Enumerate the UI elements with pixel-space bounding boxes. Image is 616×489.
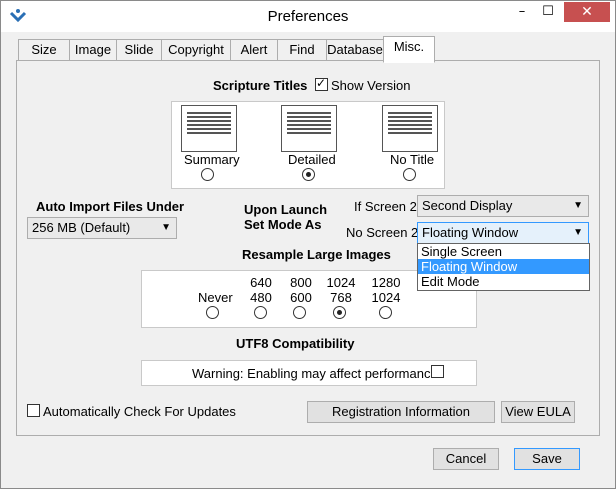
if-screen2-select[interactable]: Second Display ▼	[417, 195, 589, 217]
resample-1280-width: 1280	[371, 275, 401, 290]
view-eula-button[interactable]: View EULA	[501, 401, 575, 423]
show-version-label: Show Version	[331, 78, 411, 93]
no-screen2-select[interactable]: Floating Window ▼	[417, 222, 589, 244]
auto-update-checkbox[interactable]	[27, 404, 40, 417]
chevron-down-icon: ▼	[573, 200, 583, 211]
resample-heading: Resample Large Images	[242, 247, 391, 262]
dropdown-option-floating-window[interactable]: Floating Window	[418, 259, 589, 274]
title-bar: Preferences – ☐ ✕	[1, 1, 615, 32]
show-version-checkbox[interactable]: ✓	[315, 76, 328, 91]
no-title-label: No Title	[390, 152, 435, 167]
checkmark-icon: ✓	[316, 76, 327, 90]
chevron-down-icon: ▼	[573, 227, 583, 238]
resample-640-radio[interactable]	[254, 306, 267, 319]
tab-image[interactable]: Image	[69, 39, 117, 61]
tab-misc[interactable]: Misc.	[383, 36, 435, 63]
upon-launch-heading: Upon Launch	[244, 202, 328, 217]
scripture-titles-heading: Scripture Titles	[213, 78, 308, 93]
resample-1024-width: 1024	[326, 275, 356, 290]
auto-update-label: Automatically Check For Updates	[43, 404, 236, 419]
utf8-heading: UTF8 Compatibility	[236, 336, 355, 351]
cancel-button[interactable]: Cancel	[433, 448, 499, 470]
tab-database[interactable]: Database	[326, 39, 384, 61]
resample-never-label: Never	[198, 290, 233, 305]
no-screen2-label: No Screen 2:	[346, 225, 422, 240]
no-screen2-dropdown-list: Single Screen Floating Window Edit Mode	[417, 243, 590, 291]
auto-import-heading: Auto Import Files Under	[36, 199, 185, 214]
detailed-label: Detailed	[288, 152, 336, 167]
resample-1280-height: 1024	[371, 290, 401, 305]
utf8-checkbox[interactable]	[431, 365, 444, 378]
no-title-radio[interactable]	[403, 168, 416, 181]
summary-preview-thumbnail	[181, 105, 237, 152]
resample-640-width: 640	[250, 275, 272, 290]
utf8-warning-label: Warning: Enabling may affect performance	[192, 366, 438, 381]
no-screen2-value: Floating Window	[422, 225, 519, 240]
save-button[interactable]: Save	[514, 448, 580, 470]
maximize-button[interactable]: ☐	[535, 2, 561, 22]
resample-never-radio[interactable]	[206, 306, 219, 319]
resample-800-width: 800	[290, 275, 312, 290]
tab-alert[interactable]: Alert	[230, 39, 278, 61]
resample-640-height: 480	[250, 290, 272, 305]
resample-800-height: 600	[290, 290, 312, 305]
if-screen2-value: Second Display	[422, 198, 513, 213]
set-mode-as-heading: Set Mode As	[244, 217, 322, 232]
close-button[interactable]: ✕	[564, 2, 610, 22]
summary-radio[interactable]	[201, 168, 214, 181]
tab-find[interactable]: Find	[277, 39, 327, 61]
preferences-window: Preferences – ☐ ✕ Size Image Slide Copyr…	[0, 0, 616, 489]
dropdown-option-edit-mode[interactable]: Edit Mode	[418, 274, 589, 289]
registration-information-button[interactable]: Registration Information	[307, 401, 495, 423]
resample-1280-radio[interactable]	[379, 306, 392, 319]
detailed-radio[interactable]	[302, 168, 315, 181]
no-title-preview-thumbnail	[382, 105, 438, 152]
tab-size[interactable]: Size	[18, 39, 70, 61]
detailed-preview-thumbnail	[281, 105, 337, 152]
dropdown-option-single-screen[interactable]: Single Screen	[418, 244, 589, 259]
resample-1024-height: 768	[330, 290, 352, 305]
resample-800-radio[interactable]	[293, 306, 306, 319]
if-screen2-label: If Screen 2:	[354, 199, 421, 214]
summary-label: Summary	[184, 152, 240, 167]
tab-slide[interactable]: Slide	[116, 39, 162, 61]
chevron-down-icon: ▼	[161, 222, 171, 233]
resample-1024-radio[interactable]	[333, 306, 346, 319]
auto-import-value: 256 MB (Default)	[32, 220, 131, 235]
minimize-button[interactable]: –	[509, 2, 535, 22]
tab-copyright[interactable]: Copyright	[161, 39, 231, 61]
auto-import-select[interactable]: 256 MB (Default) ▼	[27, 217, 177, 239]
